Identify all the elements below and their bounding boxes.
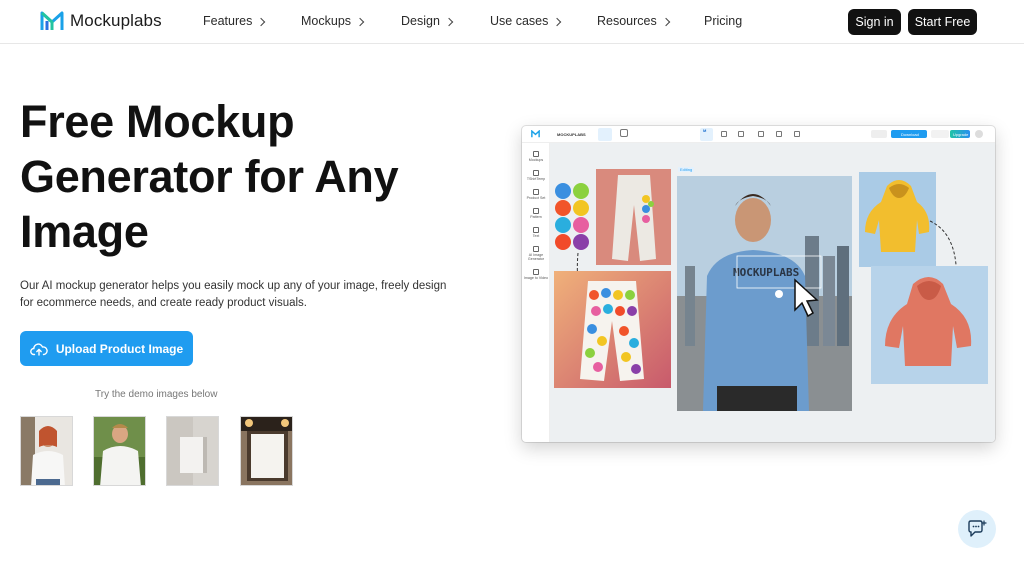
chat-support-button[interactable]	[958, 510, 996, 548]
tool-mockup-label: M	[703, 128, 707, 133]
mini-logo-icon	[531, 130, 540, 138]
side-product-set: Product Set	[522, 189, 550, 200]
side-ai-image: AI Image Generator	[522, 246, 550, 261]
side-tshirt: TShirtTemp	[522, 170, 550, 181]
demo-image-woman-tshirt[interactable]	[20, 416, 73, 486]
menu-use-cases-label: Use cases	[490, 14, 549, 28]
logo[interactable]: Mockuplabs	[40, 10, 162, 32]
menu-pricing-label: Pricing	[704, 14, 743, 28]
chevron-right-icon	[553, 17, 562, 26]
hero-title: Free Mockup Generator for Any Image	[20, 96, 399, 257]
menu-design-label: Design	[401, 14, 440, 28]
side-text-label: Text	[532, 234, 540, 238]
demo-image-framed-poster[interactable]	[240, 416, 293, 486]
hero-subtitle: Our AI mockup generator helps you easily…	[20, 280, 447, 309]
undo-button	[871, 130, 887, 138]
color-swatches	[555, 183, 589, 250]
menu-resources[interactable]: Resources	[597, 14, 670, 28]
menu-pricing[interactable]: Pricing	[704, 14, 742, 28]
chevron-right-icon	[355, 17, 365, 26]
app-brand: MOCKUPLABS	[557, 132, 586, 137]
menu-design[interactable]: Design	[401, 14, 454, 28]
cloud-upload-icon	[29, 342, 48, 356]
man-tshirt-mockup-image: MOCKUPLABS	[677, 176, 852, 411]
side-ai-image-label: AI Image Generator	[527, 253, 545, 261]
app-preview-screenshot: MOCKUPLABS M Download Upgrade Mockups TS…	[522, 126, 995, 442]
upload-product-image-button[interactable]: Upload Product Image	[20, 331, 193, 366]
menu-use-cases[interactable]: Use cases	[490, 14, 562, 28]
tool-canvas-icon	[794, 131, 800, 137]
demo-image-man-hoodie[interactable]	[93, 416, 146, 486]
tool-magic-icon	[758, 131, 764, 137]
chevron-right-icon	[257, 17, 266, 26]
app-toolbar: MOCKUPLABS M Download Upgrade	[522, 126, 995, 143]
selection-label: Editing	[678, 167, 695, 172]
white-pants-image	[596, 169, 671, 265]
top-navbar: Mockuplabs Features Mockups Design Use c…	[0, 0, 1024, 44]
side-product-set-label: Product Set	[526, 196, 546, 200]
menu-mockups-label: Mockups	[301, 14, 352, 28]
chevron-right-icon	[444, 17, 454, 26]
demo-image-blank-card[interactable]	[166, 416, 219, 486]
menu-features[interactable]: Features	[203, 14, 266, 28]
chat-bubble-icon	[968, 520, 987, 537]
demo-images-label: Try the demo images below	[95, 389, 218, 400]
yellow-hoodie-image	[859, 172, 936, 267]
colorful-pants-image	[554, 271, 671, 388]
app-canvas: Editing MOCKUPLABS	[550, 143, 995, 442]
side-image-to-video: Image to Video	[522, 269, 550, 280]
select-tool-icon	[598, 128, 612, 141]
side-mockups-label: Mockups	[528, 158, 544, 162]
menu-resources-label: Resources	[597, 14, 657, 28]
tool-edit-icon	[721, 131, 727, 137]
side-image-to-video-label: Image to Video	[523, 276, 549, 280]
side-pattern: Pattern	[522, 208, 550, 219]
side-text: Text	[522, 227, 550, 238]
start-free-button[interactable]: Start Free	[908, 9, 977, 35]
sign-in-button[interactable]: Sign in	[848, 9, 901, 35]
tool-photoshop-icon	[738, 131, 744, 137]
side-tshirt-label: TShirtTemp	[526, 177, 546, 181]
upload-button-label: Upload Product Image	[55, 341, 184, 356]
mockuplabs-logo-icon	[40, 11, 64, 30]
logo-text: Mockuplabs	[70, 11, 162, 30]
orange-hoodie-image	[871, 266, 988, 384]
zoom-control	[931, 130, 949, 138]
menu-features-label: Features	[203, 14, 253, 28]
tool-layers-icon	[776, 131, 782, 137]
side-pattern-label: Pattern	[530, 215, 542, 219]
upgrade-label: Upgrade	[953, 131, 969, 137]
tool-mockup	[700, 128, 713, 141]
avatar	[975, 130, 983, 138]
menu-mockups[interactable]: Mockups	[301, 14, 365, 28]
download-label: Download	[901, 131, 919, 137]
chevron-right-icon	[661, 17, 670, 26]
shirt-print: MOCKUPLABS	[733, 266, 799, 279]
side-mockups: Mockups	[522, 151, 550, 162]
upgrade-button: Upgrade	[950, 130, 970, 138]
download-button: Download	[891, 130, 927, 138]
hand-tool-icon	[620, 129, 628, 137]
app-sidebar: Mockups TShirtTemp Product Set Pattern T…	[522, 143, 550, 442]
